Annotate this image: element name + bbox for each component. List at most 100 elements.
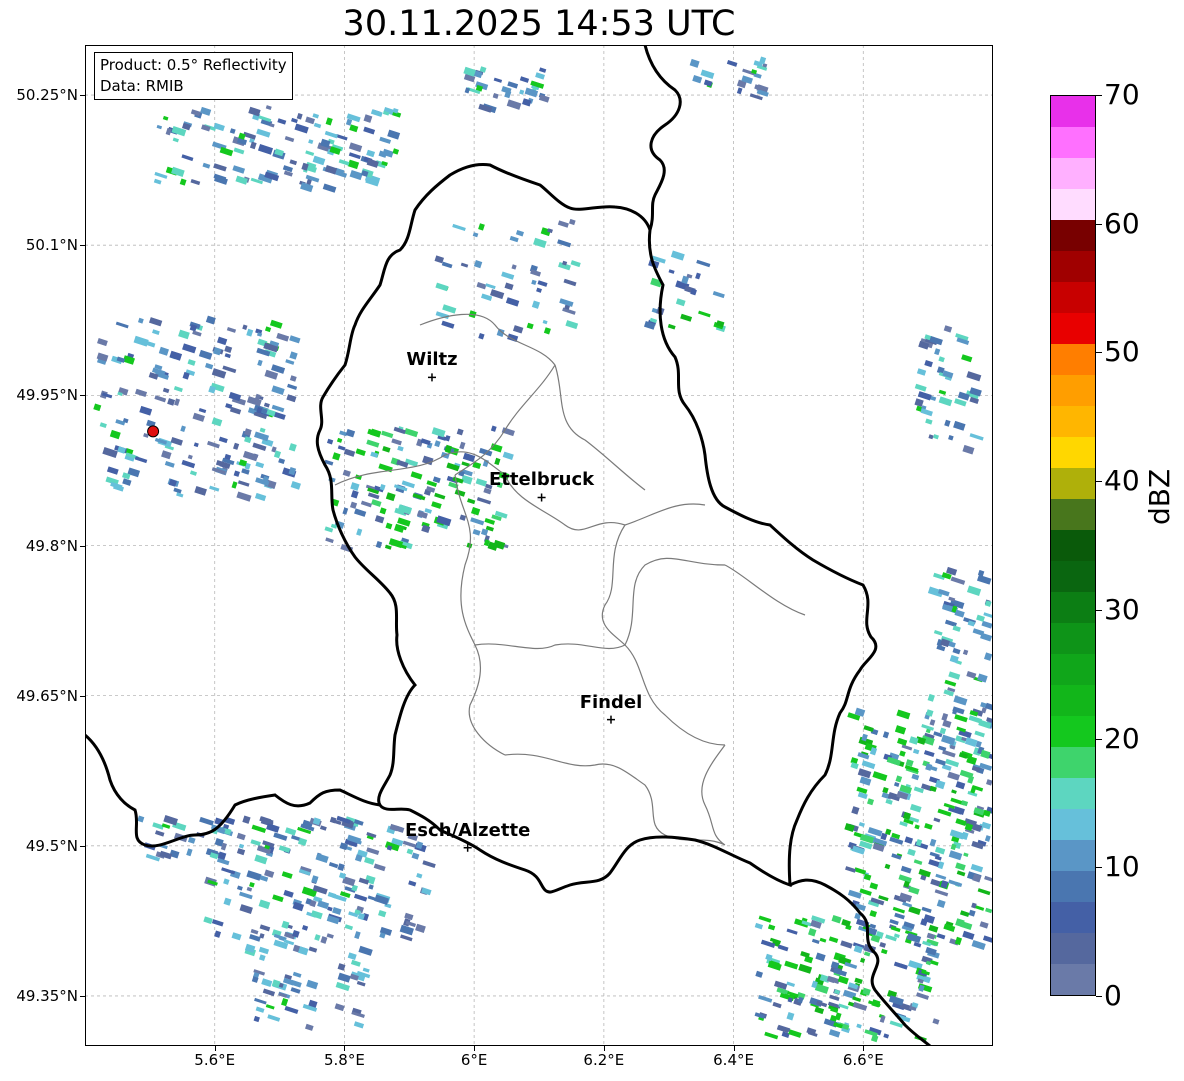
echo-cell bbox=[269, 123, 275, 128]
city-marker[interactable] bbox=[606, 715, 615, 724]
echo-cell bbox=[249, 881, 255, 888]
echo-cell bbox=[786, 981, 796, 987]
colorbar-segment bbox=[1051, 964, 1095, 995]
lon-tick bbox=[344, 1046, 346, 1051]
radar-site-marker[interactable] bbox=[147, 425, 160, 438]
echo-cell bbox=[507, 81, 519, 89]
echo-cell bbox=[326, 933, 334, 939]
colorbar-segment bbox=[1051, 220, 1095, 251]
echo-cell bbox=[337, 972, 351, 983]
echo-cell bbox=[289, 335, 301, 344]
echo-cell bbox=[345, 428, 356, 438]
echo-cell bbox=[767, 924, 776, 931]
echo-cell bbox=[290, 481, 301, 490]
echo-cell bbox=[187, 454, 193, 460]
echo-cell bbox=[936, 899, 946, 909]
colorbar-segment bbox=[1051, 282, 1095, 313]
echo-cell bbox=[927, 693, 935, 702]
echo-cell bbox=[181, 154, 194, 162]
echo-cell bbox=[537, 280, 548, 287]
echo-cell bbox=[134, 456, 148, 464]
echo-cell bbox=[272, 894, 284, 903]
echo-cell bbox=[364, 856, 375, 865]
echo-cell bbox=[342, 469, 351, 477]
echo-cell bbox=[758, 915, 772, 923]
echo-cell bbox=[420, 438, 431, 446]
echo-cell bbox=[378, 910, 387, 918]
lat-tick-label: 49.65°N bbox=[16, 686, 78, 705]
echo-cell bbox=[519, 76, 530, 83]
echo-cell bbox=[375, 541, 383, 549]
echo-cell bbox=[505, 297, 520, 307]
echo-cell bbox=[983, 612, 993, 620]
echo-cell bbox=[935, 873, 947, 880]
echo-cell bbox=[754, 922, 764, 930]
echo-cell bbox=[852, 996, 862, 1002]
echo-cell bbox=[360, 500, 372, 508]
radar-map[interactable] bbox=[85, 45, 993, 1046]
echo-cell bbox=[970, 863, 984, 873]
echo-cell bbox=[214, 930, 222, 938]
colorbar-segment bbox=[1051, 313, 1095, 344]
colorbar-tick bbox=[1096, 996, 1102, 997]
echo-cell bbox=[320, 936, 328, 944]
colorbar-tick bbox=[1096, 95, 1102, 96]
echo-cell bbox=[441, 261, 453, 269]
echo-cell bbox=[192, 412, 205, 422]
echo-cell bbox=[385, 522, 393, 530]
echo-cell bbox=[964, 737, 978, 748]
echo-cell bbox=[929, 959, 939, 966]
echo-cell bbox=[459, 441, 466, 450]
echo-cell bbox=[969, 433, 984, 441]
echo-cell bbox=[884, 863, 891, 870]
echo-cell bbox=[199, 816, 214, 826]
lon-tick bbox=[214, 1046, 216, 1051]
echo-cell bbox=[265, 1004, 275, 1010]
echo-cell bbox=[153, 178, 162, 185]
echo-cell bbox=[456, 428, 464, 436]
colorbar-unit-label: dBZ bbox=[1143, 468, 1176, 525]
echo-cell bbox=[434, 492, 446, 500]
echo-cell bbox=[239, 891, 253, 900]
echo-cell bbox=[983, 652, 993, 661]
echo-cell bbox=[363, 126, 376, 135]
echo-cell bbox=[424, 508, 432, 514]
city-marker[interactable] bbox=[427, 373, 436, 382]
colorbar-segment bbox=[1051, 871, 1095, 902]
echo-cell bbox=[292, 971, 302, 978]
echo-cell bbox=[948, 671, 961, 680]
echo-cell bbox=[374, 515, 385, 524]
echo-cell bbox=[568, 218, 576, 226]
city-marker[interactable] bbox=[537, 493, 546, 502]
echo-cell bbox=[850, 762, 859, 770]
colorbar-segment bbox=[1051, 654, 1095, 685]
echo-cell bbox=[139, 405, 153, 416]
echo-cell bbox=[962, 649, 969, 656]
colorbar-segment bbox=[1051, 158, 1095, 189]
echo-cell bbox=[231, 932, 242, 941]
echo-cell bbox=[944, 679, 957, 687]
lon-tick bbox=[863, 1046, 865, 1051]
colorbar-segment bbox=[1051, 96, 1095, 127]
echo-cell bbox=[387, 129, 401, 140]
lat-tick bbox=[80, 995, 85, 997]
echo-cell bbox=[986, 779, 993, 786]
echo-cell bbox=[926, 932, 936, 940]
echo-cell bbox=[845, 866, 856, 873]
echo-cell bbox=[211, 368, 227, 379]
echo-cell bbox=[979, 921, 989, 929]
echo-cell bbox=[915, 992, 929, 1000]
echo-cell bbox=[968, 909, 976, 917]
echo-cell bbox=[347, 159, 360, 170]
echo-cell bbox=[158, 346, 169, 356]
echo-cell bbox=[239, 904, 253, 914]
echo-cell bbox=[494, 457, 501, 466]
reflectivity-echoes bbox=[93, 56, 993, 1043]
echo-cell bbox=[324, 130, 338, 139]
echo-cell bbox=[485, 283, 496, 290]
echo-cell bbox=[354, 931, 361, 940]
echo-cell bbox=[262, 988, 276, 997]
lon-tick-label: 5.6°E bbox=[194, 1051, 236, 1069]
echo-cell bbox=[379, 507, 387, 515]
echo-cell bbox=[896, 709, 911, 720]
